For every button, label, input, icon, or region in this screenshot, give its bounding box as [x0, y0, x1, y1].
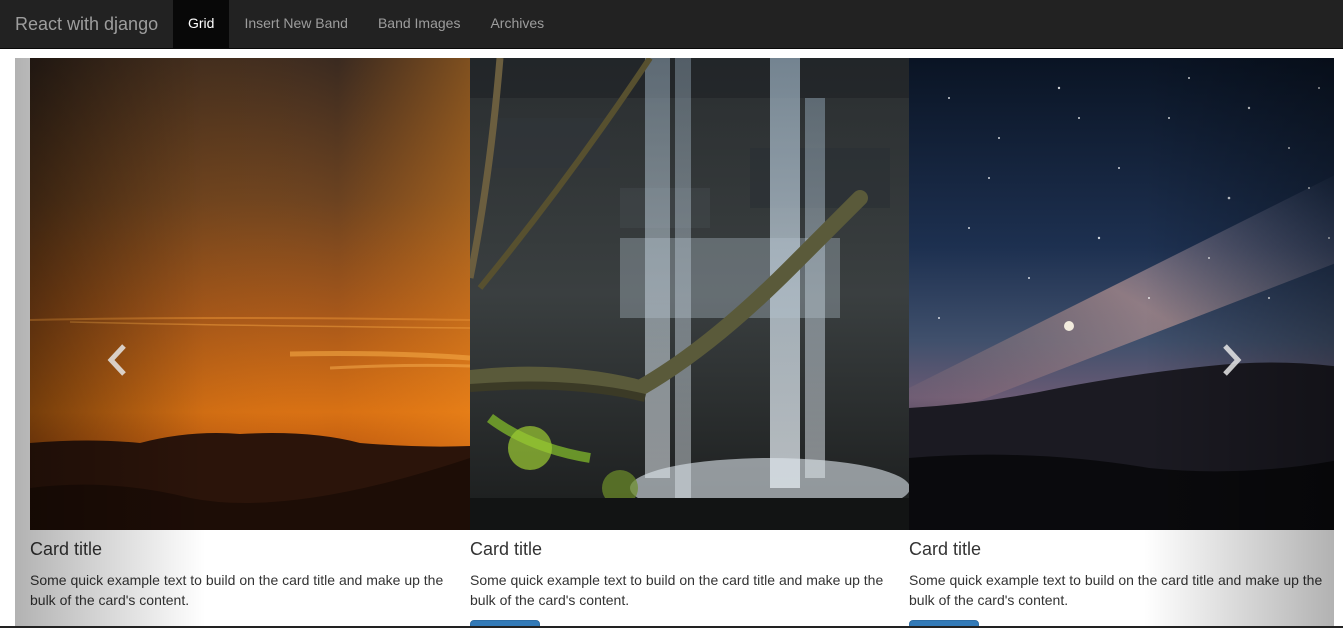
milky-way-night-sky-image — [909, 58, 1334, 530]
card-text: Some quick example text to build on the … — [30, 572, 444, 608]
card-carousel: Card title Some quick example text to bu… — [15, 58, 1334, 628]
nav-item-archives[interactable]: Archives — [475, 0, 559, 48]
nav-item-band-images[interactable]: Band Images — [363, 0, 476, 48]
top-navbar: React with django Grid Insert New Band B… — [0, 0, 1343, 49]
nav-item-insert-new-band[interactable]: Insert New Band — [229, 0, 363, 48]
card-2: Card title Some quick example text to bu… — [470, 58, 910, 628]
nav-item-grid[interactable]: Grid — [173, 0, 230, 48]
chevron-left-icon — [107, 344, 126, 376]
card-title: Card title — [909, 539, 982, 559]
waterfall-image — [470, 58, 910, 530]
sunset-mountains-image — [30, 58, 470, 530]
card-text: Some quick example text to build on the … — [470, 572, 884, 608]
carousel-next-button[interactable] — [1212, 338, 1252, 382]
chevron-right-icon — [1223, 344, 1242, 376]
card-title: Card title — [30, 539, 103, 559]
card-title: Card title — [470, 539, 543, 559]
card-1: Card title Some quick example text to bu… — [30, 58, 470, 628]
navbar-menu: Grid Insert New Band Band Images Archive… — [173, 0, 559, 48]
navbar-brand[interactable]: React with django — [15, 0, 158, 48]
card-3: Card title Some quick example text to bu… — [909, 58, 1334, 628]
card-text: Some quick example text to build on the … — [909, 572, 1323, 608]
carousel-prev-button[interactable] — [97, 338, 137, 382]
